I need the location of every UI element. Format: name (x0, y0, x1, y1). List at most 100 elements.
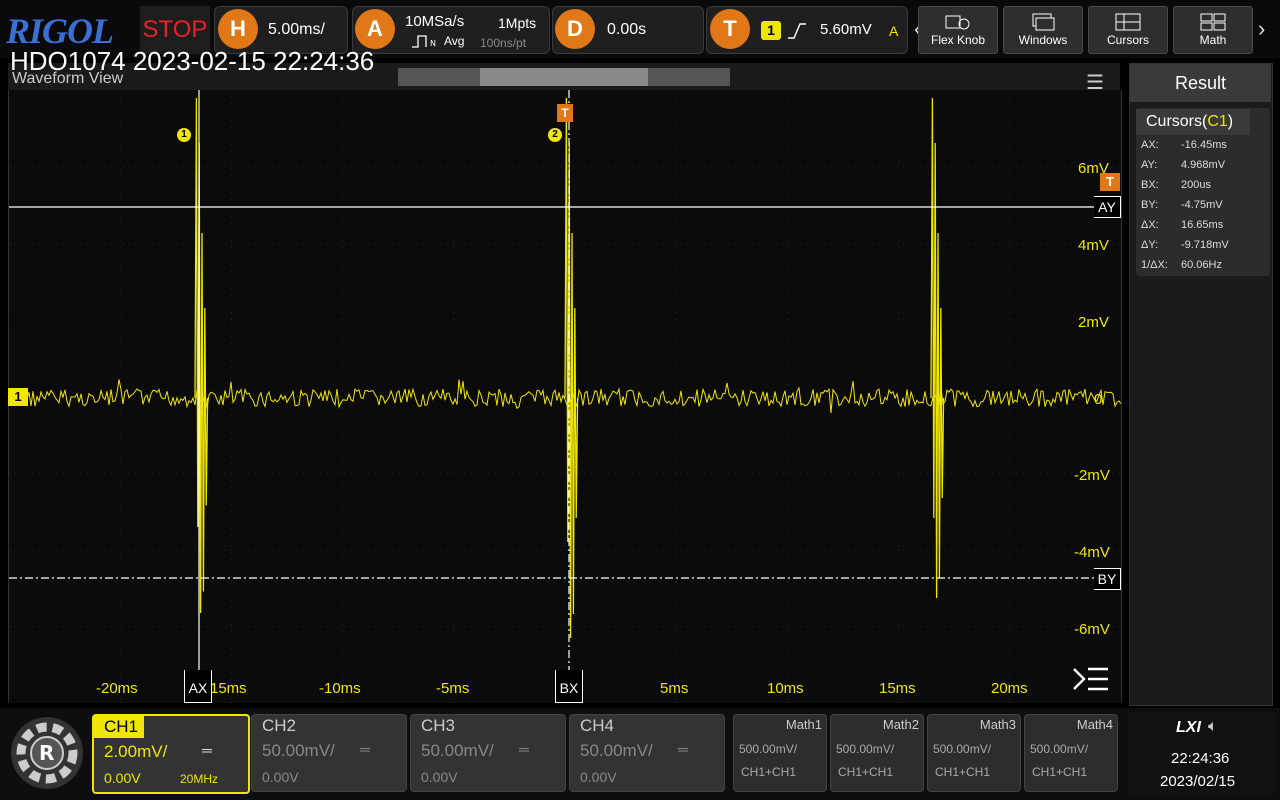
memory-view-window[interactable] (480, 68, 648, 86)
cursors-title-close: ) (1227, 113, 1234, 130)
math3-box[interactable]: Math3 500.00mV/ CH1+CH1 (927, 714, 1021, 792)
coupling-icon: ═ (360, 741, 370, 757)
result-value: 4.968mV (1181, 159, 1226, 171)
delay-badge: D (555, 9, 595, 49)
flex-knob-icon (945, 15, 970, 30)
math1-box[interactable]: Math1 500.00mV/ CH1+CH1 (733, 714, 827, 792)
trigger-level-tag[interactable]: T (1100, 173, 1120, 191)
result-value: -16.45ms (1181, 139, 1227, 151)
cursor-ay-tag[interactable]: AY (1094, 196, 1121, 218)
channel-bandwidth: 20MHz (180, 772, 219, 786)
math-scale: 500.00mV/ (1030, 742, 1089, 756)
home-gear-icon[interactable]: R (8, 714, 86, 792)
x-label: -5ms (436, 680, 470, 697)
x-label: 5ms (660, 680, 689, 697)
trigger-badge: T (710, 9, 750, 49)
x-label: -20ms (96, 680, 138, 697)
time-resolution: 100ns/pt (480, 36, 527, 50)
channel-ch2-box[interactable]: CH2 50.00mV/ ═ 0.00V (251, 714, 407, 792)
math-label: Math (1199, 33, 1227, 47)
cursor-by-tag[interactable]: BY (1094, 568, 1121, 590)
result-value: 16.65ms (1181, 219, 1224, 231)
windows-button[interactable]: Windows (1003, 6, 1083, 54)
math-scale: 500.00mV/ (739, 742, 798, 756)
rising-edge-icon (788, 23, 806, 39)
result-value: 60.06Hz (1181, 259, 1222, 271)
cursor-ax-tag[interactable]: AX (184, 670, 212, 703)
result-value: -4.75mV (1181, 199, 1223, 211)
channel-offset: 0.00V (104, 770, 141, 786)
math2-box[interactable]: Math2 500.00mV/ CH1+CH1 (830, 714, 924, 792)
channel-ch3-box[interactable]: CH3 50.00mV/ ═ 0.00V (410, 714, 566, 792)
svg-text:R: R (39, 741, 54, 765)
expand-menu-icon[interactable] (1072, 666, 1110, 692)
acquire-mode: Avg (444, 34, 465, 48)
result-key: BX: (1141, 179, 1159, 191)
channel-name: CH4 (580, 716, 615, 735)
chevron-right-icon[interactable]: › (1258, 16, 1265, 42)
cursor-marker: 2 (548, 128, 562, 142)
flex-knob-label: Flex Knob (930, 33, 986, 47)
waveform-spike (194, 97, 209, 614)
trigger-level: 5.60mV (820, 21, 872, 38)
result-value: 200us (1181, 179, 1211, 191)
math-scale: 500.00mV/ (933, 742, 992, 756)
y-label: 4mV (1078, 237, 1109, 254)
y-label: 2mV (1078, 314, 1109, 331)
math-source: CH1+CH1 (935, 765, 991, 779)
lxi-logo: LXI (1176, 719, 1201, 736)
windows-icon (1032, 13, 1055, 31)
delay-value: 0.00s (607, 21, 647, 38)
math-icon (1200, 13, 1226, 31)
channel-name: CH2 (262, 716, 297, 735)
math-name: Math4 (1076, 717, 1113, 732)
horizontal-badge: H (218, 9, 258, 49)
windows-label: Windows (1018, 33, 1068, 47)
channel-offset: 0.00V (580, 769, 617, 785)
waveform-view[interactable] (8, 90, 1122, 703)
cursor-bx-tag[interactable]: BX (555, 670, 583, 703)
trigger-mode: A (889, 23, 899, 39)
clock-time: 22:24:36 (1171, 750, 1230, 767)
channel-name: CH1 (94, 716, 144, 738)
channel-scale: 50.00mV/ (421, 741, 494, 760)
trigger-source: 1 (761, 21, 781, 40)
waveform-spike (930, 97, 945, 599)
result-key: ΔY: (1141, 239, 1159, 251)
memory-depth: 1Mpts (498, 15, 537, 31)
math-button[interactable]: Math (1173, 6, 1253, 54)
svg-text:N: N (430, 39, 436, 48)
math4-box[interactable]: Math4 500.00mV/ CH1+CH1 (1024, 714, 1118, 792)
cursors-label: Cursors (1106, 33, 1149, 47)
result-key: 1/ΔX: (1141, 259, 1168, 271)
cursor-results-title: Cursors(C1) (1136, 109, 1250, 135)
cursors-title-text: Cursors( (1146, 113, 1208, 130)
channel-ch4-box[interactable]: CH4 50.00mV/ ═ 0.00V (569, 714, 725, 792)
result-key: ΔX: (1141, 219, 1159, 231)
cursors-button[interactable]: Cursors (1088, 6, 1168, 54)
result-key: BY: (1141, 199, 1159, 211)
flex-knob-button[interactable]: Flex Knob (918, 6, 998, 54)
speaker-muted-icon[interactable]: 🔈︎ (1208, 718, 1218, 736)
channel-scale: 50.00mV/ (262, 741, 335, 760)
y-label: -4mV (1074, 544, 1110, 561)
clock-date: 2023/02/15 (1160, 773, 1236, 790)
math-source: CH1+CH1 (838, 765, 894, 779)
channel1-offset-marker[interactable]: 1 (8, 388, 28, 406)
y-label: -2mV (1074, 467, 1110, 484)
math-source: CH1+CH1 (1032, 765, 1088, 779)
x-label: 10ms (767, 680, 804, 697)
result-key: AX: (1141, 139, 1159, 151)
coupling-icon: ═ (678, 741, 688, 757)
horizontal-scale: 5.00ms/ (268, 21, 325, 38)
trigger-position-tag[interactable]: T (557, 104, 573, 122)
waveform-spike (564, 97, 579, 639)
math-name: Math2 (882, 717, 919, 732)
acquire-mode-icon: N (412, 35, 436, 48)
x-label: 20ms (991, 680, 1028, 697)
acquire-badge: A (355, 9, 395, 49)
math-source: CH1+CH1 (741, 765, 797, 779)
coupling-icon: ═ (519, 741, 529, 757)
channel-scale: 2.00mV/ (104, 742, 168, 761)
channel-ch1-box[interactable]: CH1 2.00mV/ ═ 0.00V 20MHz (92, 714, 250, 794)
